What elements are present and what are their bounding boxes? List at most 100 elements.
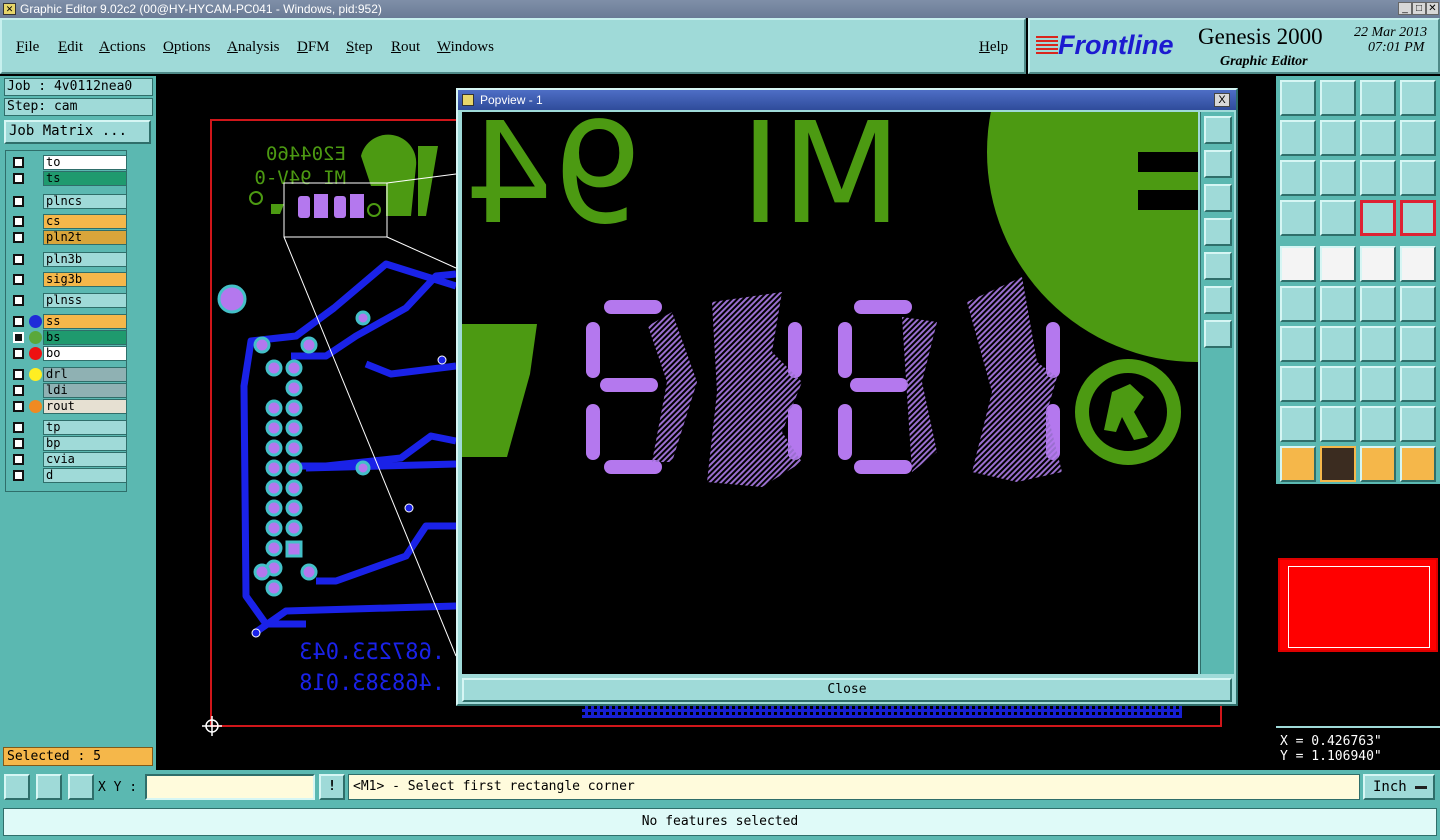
layer-name[interactable]: bo (43, 346, 127, 361)
layer-name[interactable]: bs (43, 330, 127, 345)
close-window-button[interactable]: ✕ (1426, 2, 1439, 15)
layer-row-drl[interactable]: drl (9, 367, 127, 382)
select-region-icon[interactable] (1400, 246, 1436, 282)
home-up-icon[interactable] (1280, 80, 1316, 116)
layer-name[interactable]: ts (43, 171, 127, 186)
popview-zoom-out-button[interactable] (1204, 320, 1232, 348)
menu-edit[interactable]: Edit (58, 39, 83, 56)
layer-row-ts[interactable]: ts (9, 171, 127, 186)
draw-shape-icon[interactable] (1320, 246, 1356, 282)
layer-row-to[interactable]: to (9, 155, 127, 170)
popview-fit-button[interactable] (1204, 286, 1232, 314)
popview-canvas[interactable]: MI 94 (462, 112, 1198, 674)
delete-point-icon[interactable] (1320, 286, 1356, 322)
overview-window[interactable] (1276, 484, 1440, 724)
move-point-icon[interactable] (1360, 286, 1396, 322)
layer-checkbox[interactable] (13, 295, 24, 306)
home-icon[interactable] (1360, 80, 1396, 116)
layer-row-cvia[interactable]: cvia (9, 452, 127, 467)
draw-point-icon[interactable] (1280, 246, 1316, 282)
layer-checkbox[interactable] (13, 254, 24, 265)
popview-zoom-in-button[interactable] (1204, 116, 1232, 144)
layer-row-plncs[interactable]: plncs (9, 194, 127, 209)
triangle-4-icon[interactable] (1400, 406, 1436, 442)
menu-rout[interactable]: Rout (391, 39, 420, 56)
move-icon[interactable] (1320, 366, 1356, 402)
layer-checkbox[interactable] (13, 348, 24, 359)
layer-name[interactable]: pln3b (43, 252, 127, 267)
layer-row-plnss[interactable]: plnss (9, 293, 127, 308)
layer-compare-2-icon[interactable] (1400, 200, 1436, 236)
layer-compare-icon[interactable] (1360, 200, 1396, 236)
menu-options[interactable]: Options (163, 39, 211, 56)
center-icon[interactable] (1320, 160, 1356, 196)
xy-input[interactable] (145, 774, 315, 800)
ratio-icon[interactable] (1360, 160, 1396, 196)
menu-file[interactable]: File (16, 39, 39, 56)
reference-icon[interactable] (1360, 366, 1396, 402)
layer-name[interactable]: to (43, 155, 127, 170)
warning-button[interactable]: ! (319, 774, 345, 800)
split-view-icon[interactable] (1400, 80, 1436, 116)
triangle-2-icon[interactable] (1320, 406, 1356, 442)
layer-name[interactable]: ss (43, 314, 127, 329)
menu-windows[interactable]: Windows (437, 39, 494, 56)
layer-name[interactable]: rout (43, 399, 127, 414)
menu-step[interactable]: Step (346, 39, 373, 56)
layer-name[interactable]: d (43, 468, 127, 483)
popview-pan-down-button[interactable] (1204, 184, 1232, 212)
layer-checkbox[interactable] (13, 332, 24, 343)
layer-row-sig3b[interactable]: sig3b (9, 272, 127, 287)
layer-checkbox[interactable] (13, 274, 24, 285)
layer-checkbox[interactable] (13, 422, 24, 433)
line-icon[interactable] (1320, 326, 1356, 362)
popview-home-button[interactable] (1204, 150, 1232, 178)
home-down-icon[interactable] (1320, 80, 1356, 116)
select-active-icon[interactable] (1320, 446, 1356, 482)
layer-row-rout[interactable]: rout (9, 399, 127, 414)
layer-checkbox[interactable] (13, 157, 24, 168)
layer-checkbox[interactable] (13, 316, 24, 327)
pan-left-icon[interactable] (1280, 120, 1316, 156)
menu-dfm[interactable]: DFM (297, 39, 330, 56)
layer-name[interactable]: plnss (43, 293, 127, 308)
popview-pan-right-button[interactable] (1204, 252, 1232, 280)
menu-analysis[interactable]: Analysis (227, 39, 280, 56)
layer-name[interactable]: pln2t (43, 230, 127, 245)
layer-name[interactable]: sig3b (43, 272, 127, 287)
maximize-button[interactable]: □ (1412, 2, 1426, 15)
fit-icon[interactable] (1280, 160, 1316, 196)
measure-icon[interactable] (1280, 200, 1316, 236)
layer-row-cs[interactable]: cs (9, 214, 127, 229)
angle-icon[interactable] (1280, 326, 1316, 362)
triangle-3-icon[interactable] (1360, 406, 1396, 442)
pan-right-icon[interactable] (1320, 120, 1356, 156)
triangle-1-icon[interactable] (1280, 406, 1316, 442)
layer-row-tp[interactable]: tp (9, 420, 127, 435)
layer-checkbox[interactable] (13, 369, 24, 380)
undo-zoom-icon[interactable] (1400, 120, 1436, 156)
measure-icon[interactable] (36, 774, 62, 800)
job-matrix-button[interactable]: Job Matrix ... (4, 120, 151, 144)
layer-row-d[interactable]: d (9, 468, 127, 483)
layer-row-bo[interactable]: bo (9, 346, 127, 361)
layer-name[interactable]: bp (43, 436, 127, 451)
move-arrow-icon[interactable] (1400, 286, 1436, 322)
connect-icon[interactable] (1280, 286, 1316, 322)
menu-actions[interactable]: Actions (99, 39, 146, 56)
layer-checkbox[interactable] (13, 438, 24, 449)
layer-name[interactable]: cs (43, 214, 127, 229)
flip-icon[interactable] (1400, 326, 1436, 362)
layer-checkbox[interactable] (13, 196, 24, 207)
layer-checkbox[interactable] (13, 470, 24, 481)
help-query-icon[interactable] (1400, 160, 1436, 196)
layer-row-bp[interactable]: bp (9, 436, 127, 451)
layer-row-ss[interactable]: ss (9, 314, 127, 329)
layer-checkbox[interactable] (13, 232, 24, 243)
menu-help[interactable]: Help (979, 39, 1008, 56)
layer-row-pln3b[interactable]: pln3b (9, 252, 127, 267)
layer-name[interactable]: tp (43, 420, 127, 435)
pointer-icon[interactable] (1280, 446, 1316, 482)
popview-close-x-button[interactable]: X (1214, 93, 1230, 107)
layer-name[interactable]: ldi (43, 383, 127, 398)
